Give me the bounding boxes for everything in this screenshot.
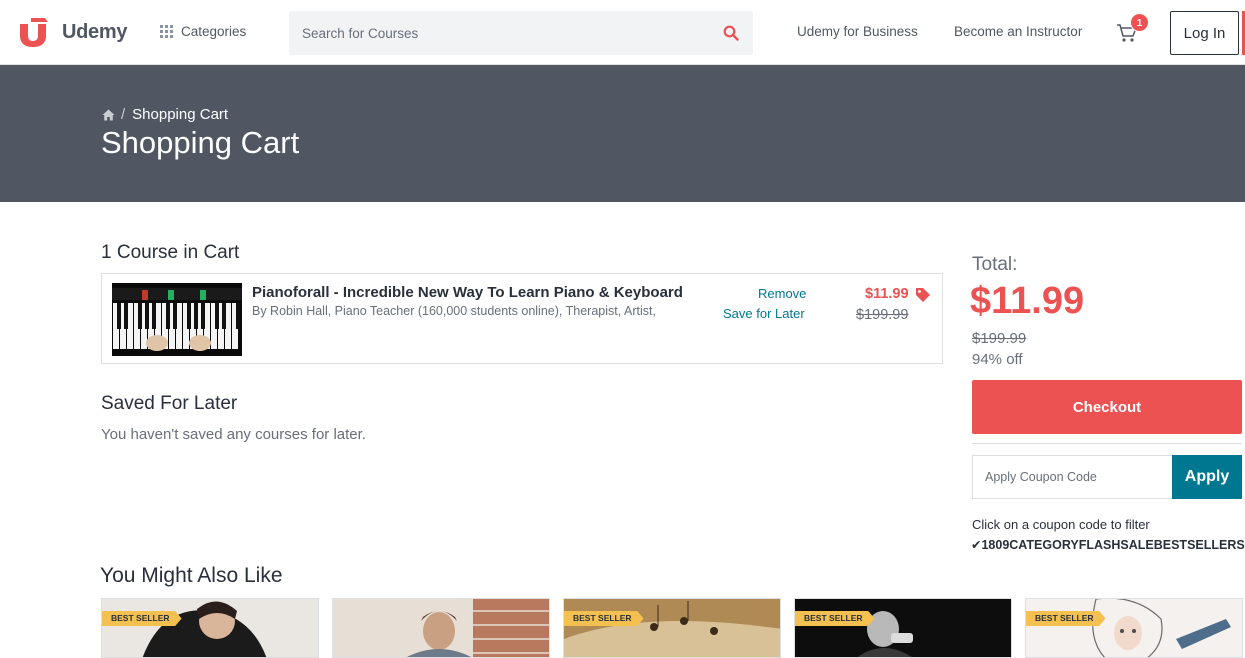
search-input[interactable] — [289, 11, 709, 55]
top-header: Udemy Categories Udemy for Business Beco… — [0, 0, 1245, 65]
search-icon[interactable] — [723, 25, 739, 41]
home-icon[interactable] — [102, 109, 115, 121]
page-banner: / Shopping Cart Shopping Cart — [0, 65, 1245, 202]
breadcrumb-separator: / — [121, 106, 126, 123]
coupon-code-link[interactable]: ✔1809CATEGORYFLASHSALEBESTSELLERS is — [971, 537, 1245, 552]
course-original-price: $199.99 — [856, 307, 909, 323]
become-instructor-link[interactable]: Become an Instructor — [954, 24, 1082, 39]
udemy-for-business-link[interactable]: Udemy for Business — [797, 24, 918, 39]
cart-count-badge: 1 — [1130, 13, 1149, 32]
suggestions-heading: You Might Also Like — [100, 564, 283, 587]
save-for-later-link[interactable]: Save for Later — [723, 306, 805, 321]
udemy-logo[interactable]: Udemy — [18, 16, 128, 48]
course-image — [333, 599, 549, 657]
total-original-price: $199.99 — [972, 330, 1027, 347]
coupon-hint: Click on a coupon code to filter — [972, 517, 1150, 532]
course-title[interactable]: Pianoforall - Incredible New Way To Lear… — [252, 284, 683, 301]
login-button[interactable]: Log In — [1170, 11, 1239, 55]
categories-menu[interactable]: Categories — [160, 24, 246, 39]
course-image — [795, 599, 1011, 657]
best-seller-badge: BEST SELLER — [102, 611, 182, 626]
total-label: Total: — [972, 254, 1018, 275]
suggested-course-card[interactable]: BEST SELLER — [101, 598, 319, 658]
suggested-course-card[interactable]: BEST SELLER — [563, 598, 781, 658]
best-seller-badge: BEST SELLER — [564, 611, 644, 626]
search-bar — [289, 11, 753, 55]
categories-label: Categories — [181, 24, 247, 39]
saved-empty-message: You haven't saved any courses for later. — [101, 426, 366, 443]
checkout-button[interactable]: Checkout — [972, 380, 1242, 434]
udemy-logo-icon — [20, 18, 48, 47]
breadcrumb-current: Shopping Cart — [132, 106, 229, 123]
page-title: Shopping Cart — [101, 125, 300, 160]
remove-link[interactable]: Remove — [758, 286, 806, 301]
best-seller-badge: BEST SELLER — [1026, 611, 1106, 626]
best-seller-badge: BEST SELLER — [795, 611, 875, 626]
course-thumbnail[interactable] — [112, 283, 242, 356]
course-price: $11.99 — [865, 286, 909, 302]
saved-for-later-heading: Saved For Later — [101, 393, 238, 414]
coupon-input[interactable] — [972, 455, 1172, 499]
suggested-course-card[interactable]: BEST SELLER — [1025, 598, 1243, 658]
suggested-course-card[interactable] — [332, 598, 550, 658]
course-image — [564, 599, 780, 657]
piano-keyboard-image — [112, 283, 242, 356]
brand-name: Udemy — [62, 20, 128, 43]
course-author: By Robin Hall, Piano Teacher (160,000 st… — [252, 304, 656, 318]
course-image — [102, 599, 318, 657]
cart-count-heading: 1 Course in Cart — [101, 242, 240, 263]
breadcrumb: / Shopping Cart — [102, 106, 228, 123]
apply-coupon-button[interactable]: Apply — [1172, 455, 1242, 499]
cart-course-item: Pianoforall - Incredible New Way To Lear… — [101, 273, 943, 364]
discount-label: 94% off — [972, 351, 1023, 368]
course-image — [1026, 599, 1242, 657]
price-tag-icon — [916, 288, 930, 302]
suggested-course-card[interactable]: BEST SELLER — [794, 598, 1012, 658]
divider — [972, 443, 1242, 444]
grid-icon — [160, 25, 173, 38]
total-price: $11.99 — [970, 280, 1085, 322]
